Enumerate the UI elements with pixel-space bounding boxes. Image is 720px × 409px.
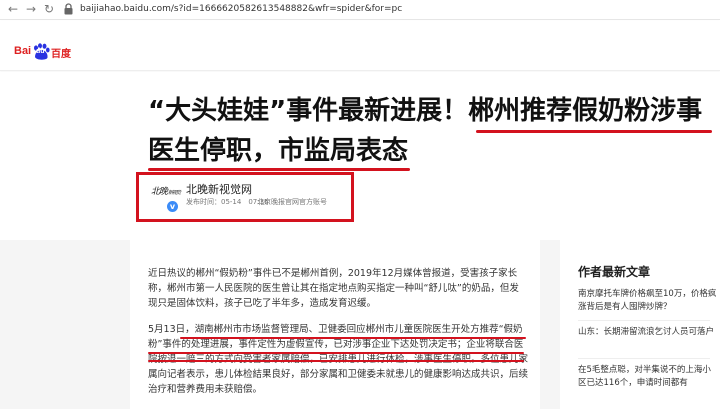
article-paragraph: 近日热议的郴州“假奶粉”事件已不是郴州首例，2019年12月媒体曾报道，受害孩子… — [148, 268, 519, 309]
sidebar-title: 作者最新文章 — [578, 265, 651, 279]
highlight-underline-2 — [148, 352, 524, 354]
site-header: Bai du 百度 — [0, 21, 720, 71]
browser-address-bar: ← → ↻ baijiahao.baidu.com/s?id=166662058… — [0, 0, 720, 20]
article-title-line-1: “大头娃娃”事件最新进展！郴州推荐假奶粉涉事 — [148, 96, 703, 126]
logo-cn-text: 百度 — [51, 49, 71, 60]
logo-bai-text: Bai — [14, 45, 32, 57]
author-logo-sub: 新视觉 — [168, 190, 181, 196]
highlight-underline-2b — [148, 360, 524, 362]
back-arrow-icon[interactable]: ← — [6, 2, 20, 16]
reload-icon[interactable]: ↻ — [42, 2, 56, 16]
verified-icon: v — [167, 201, 178, 212]
article-body: 近日热议的郴州“假奶粉”事件已不是郴州首例，2019年12月媒体曾报道，受害孩子… — [130, 240, 540, 409]
author-card[interactable]: 北晚新视觉 v 北晚新视觉网 发布时间：05-14 07:36 北京晚报官网官方… — [136, 172, 354, 222]
lock-icon[interactable] — [63, 3, 74, 15]
title-underline-1 — [476, 130, 712, 133]
highlight-underline-1 — [180, 337, 526, 339]
url-field[interactable]: baijiahao.baidu.com/s?id=166662058261354… — [80, 3, 402, 16]
article-header: “大头娃娃”事件最新进展！郴州推荐假奶粉涉事 医生停职，市监局表态 — [0, 72, 720, 240]
author-name[interactable]: 北晚新视觉网 — [186, 181, 252, 197]
sidebar-divider — [578, 358, 710, 359]
forward-arrow-icon[interactable]: → — [24, 2, 38, 16]
sidebar-article-link[interactable]: 南京摩托车牌价格飙至10万，价格疯涨背后是有人囤牌炒牌？ — [578, 288, 718, 314]
article-title-line-2: 医生停职，市监局表态 — [148, 136, 409, 166]
author-latest-sidebar: 作者最新文章 南京摩托车牌价格飙至10万，价格疯涨背后是有人囤牌炒牌？ 山东：长… — [560, 240, 720, 409]
author-logo[interactable]: 北晚新视觉 — [151, 184, 181, 197]
logo-du-text: du — [36, 48, 45, 55]
title-underline-2 — [148, 168, 410, 171]
sidebar-divider — [578, 320, 710, 321]
sidebar-article-link[interactable]: 山东：长期滞留流浪乞讨人员可落户 — [578, 326, 718, 339]
author-description: 北京晚报官网官方账号 — [257, 198, 327, 206]
sidebar-article-link[interactable]: 在5毛整点聪，对半集说不的上海小区已达116个，申请时间都有 — [578, 364, 718, 390]
author-logo-text: 北晚 — [151, 187, 168, 197]
